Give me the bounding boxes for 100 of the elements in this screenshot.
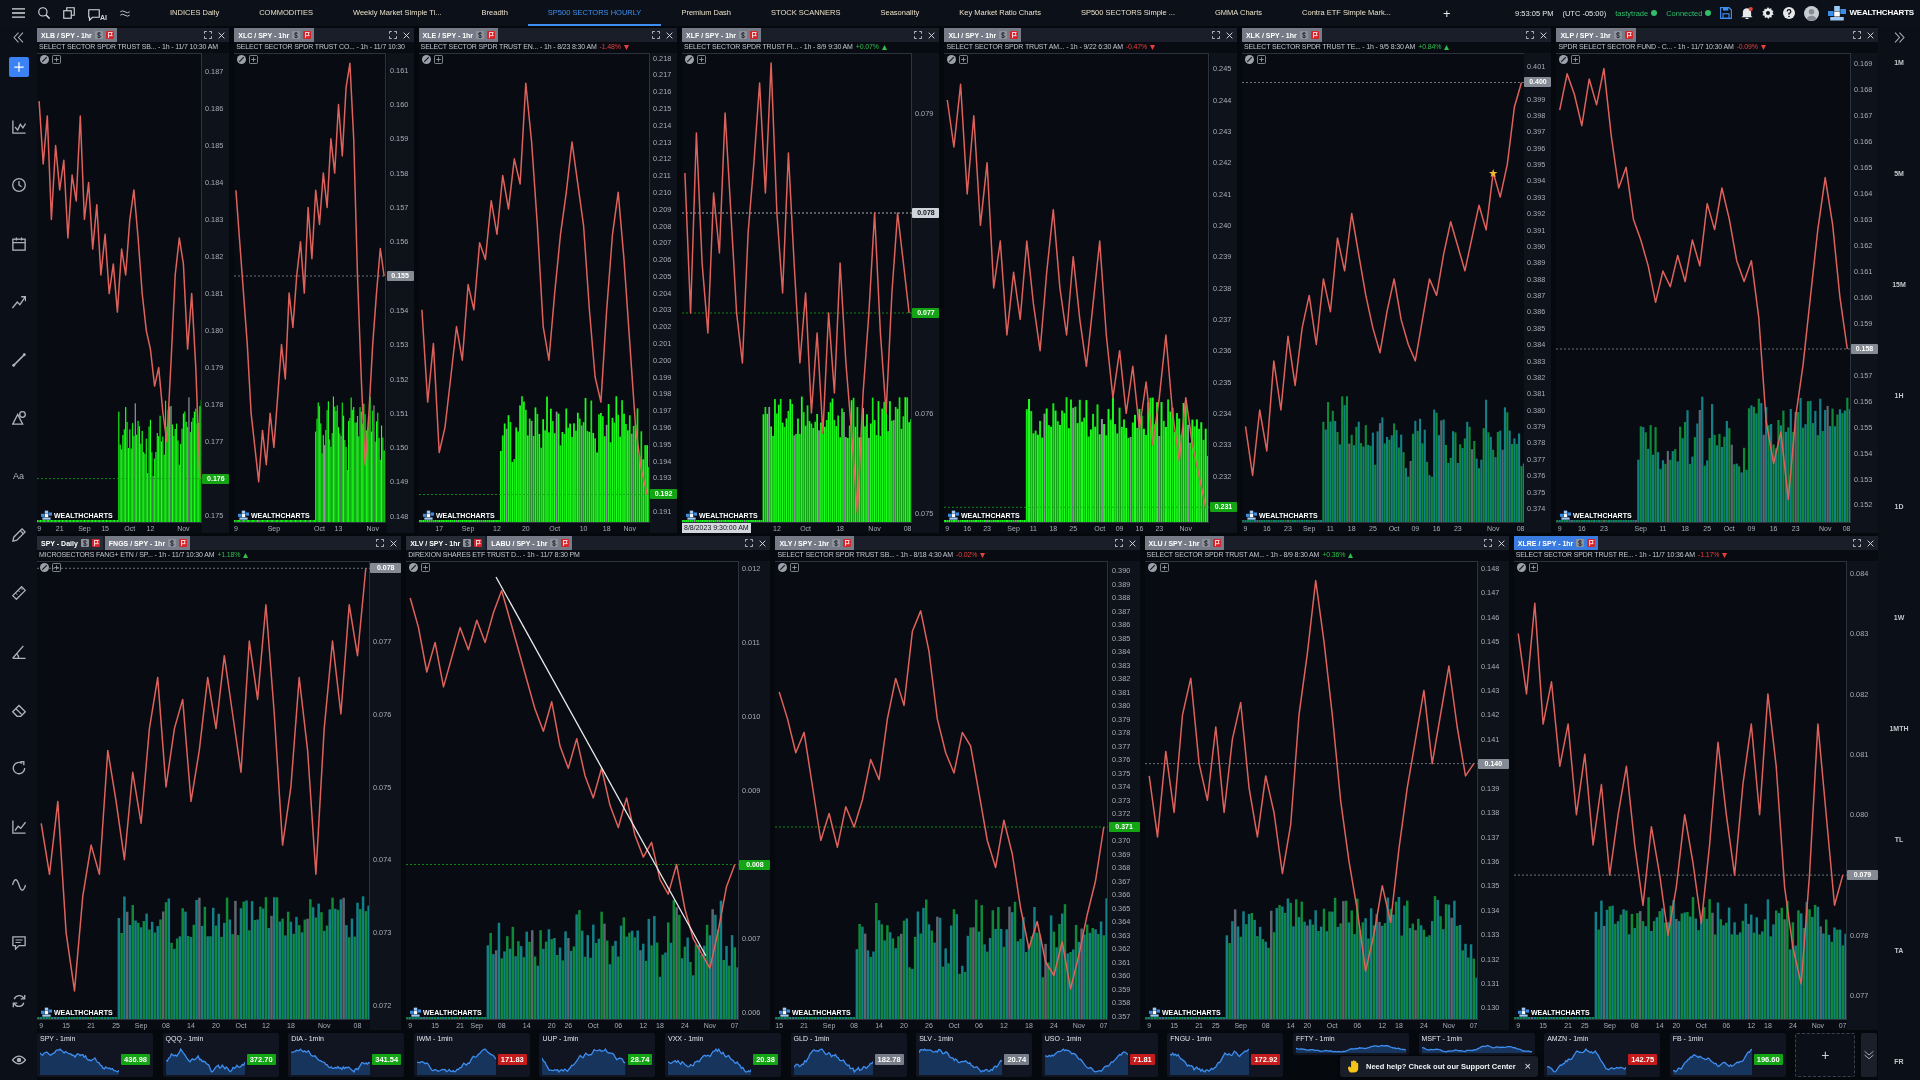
expand-icon[interactable] [388, 31, 397, 39]
eraser-icon[interactable] [11, 702, 26, 717]
flag-icon [843, 539, 852, 547]
close-icon[interactable] [1128, 539, 1136, 547]
expand-icon[interactable] [745, 539, 754, 547]
menu-icon[interactable] [12, 7, 25, 19]
chart-logo-icon [422, 510, 434, 520]
save-icon[interactable] [1720, 7, 1733, 19]
chat-bubble-icon [88, 8, 100, 21]
expand-icon[interactable] [1526, 31, 1535, 39]
eye-icon[interactable] [11, 1052, 26, 1067]
expand-icon[interactable] [376, 539, 385, 547]
clock-icon[interactable] [11, 178, 26, 193]
refresh-icon[interactable] [11, 761, 26, 776]
logo-icon [1828, 5, 1847, 21]
add-icon[interactable] [697, 55, 707, 64]
slash-circle-icon[interactable] [40, 55, 49, 64]
avatar-icon[interactable] [1804, 5, 1820, 21]
add-icon[interactable] [1256, 55, 1266, 64]
expand-icon[interactable] [652, 31, 661, 39]
flag-icon [303, 31, 312, 39]
close-icon[interactable] [390, 539, 398, 547]
add-icon[interactable] [959, 55, 969, 64]
collapse-strip-button[interactable] [1861, 1033, 1878, 1077]
add-icon[interactable] [790, 563, 800, 572]
slash-circle-icon[interactable] [1559, 55, 1569, 64]
expand-icon[interactable] [204, 31, 213, 39]
trend-arrow-icon[interactable] [11, 294, 26, 309]
trend-line[interactable] [495, 576, 707, 957]
search-icon[interactable] [38, 7, 50, 19]
add-icon[interactable] [1528, 563, 1538, 572]
up-triangle-icon [881, 45, 887, 50]
add-tab-button[interactable]: + [1436, 6, 1457, 20]
close-icon[interactable] [666, 31, 674, 39]
add-chart-button[interactable]: + [1795, 1033, 1856, 1077]
wave-icon[interactable] [120, 8, 130, 18]
close-icon[interactable] [928, 31, 936, 39]
expand-icon[interactable] [1211, 31, 1220, 39]
expand-icon[interactable] [1483, 539, 1492, 547]
close-icon[interactable] [1497, 539, 1505, 547]
down-triangle-icon [1150, 45, 1156, 50]
pencil-icon[interactable] [11, 528, 26, 543]
dollar-icon [1576, 539, 1585, 547]
flag-icon [487, 31, 496, 39]
close-icon[interactable] [759, 539, 767, 547]
slash-circle-icon[interactable] [778, 563, 788, 572]
ruler-icon[interactable] [11, 586, 26, 601]
flag-icon [179, 539, 188, 547]
slash-circle-icon[interactable] [1244, 55, 1254, 64]
wave-icon[interactable] [11, 877, 26, 892]
close-icon[interactable] [1867, 539, 1874, 547]
star-marker: ★ [1488, 166, 1499, 180]
add-icon[interactable] [1159, 563, 1169, 572]
dollar-icon [80, 539, 89, 547]
calendar-icon[interactable] [11, 236, 26, 251]
settings-icon[interactable] [1762, 7, 1775, 19]
angle-icon[interactable] [11, 644, 26, 659]
add-icon[interactable] [1571, 55, 1581, 64]
chart-logo-icon [1148, 1007, 1160, 1017]
expand-icon[interactable] [914, 31, 923, 39]
add-icon[interactable] [249, 55, 259, 64]
chart-logo-icon [41, 1007, 52, 1017]
bell-icon[interactable] [1741, 7, 1754, 19]
slash-circle-icon[interactable] [409, 563, 419, 572]
line-tool-icon[interactable] [11, 353, 26, 368]
close-icon[interactable] [218, 31, 226, 39]
slash-circle-icon[interactable] [237, 55, 247, 64]
slash-circle-icon[interactable] [1516, 563, 1526, 572]
cycle-icon[interactable] [11, 994, 26, 1009]
comment-icon[interactable] [11, 936, 26, 951]
close-icon[interactable] [1540, 31, 1548, 39]
text-tool-button[interactable]: Aa [13, 469, 24, 484]
down-triangle-icon [980, 553, 986, 558]
add-button[interactable] [8, 57, 29, 77]
slash-circle-icon[interactable] [947, 55, 957, 64]
add-icon[interactable] [52, 563, 61, 572]
dollar-icon [168, 539, 177, 547]
add-icon[interactable] [52, 55, 61, 64]
close-button[interactable]: × [1524, 1061, 1531, 1072]
help-icon[interactable] [1783, 7, 1796, 19]
slash-circle-icon[interactable] [685, 55, 695, 64]
expand-sidebar-icon[interactable] [1893, 32, 1905, 43]
line-chart-icon[interactable] [11, 819, 26, 834]
shapes-icon[interactable] [11, 411, 26, 426]
close-icon[interactable] [1225, 31, 1233, 39]
collapse-icon[interactable] [13, 32, 24, 43]
brand-name: WEALTHCHARTS [1849, 8, 1914, 18]
close-icon[interactable] [402, 31, 410, 39]
chart-line-icon[interactable] [11, 120, 26, 134]
slash-circle-icon[interactable] [40, 563, 49, 572]
slash-circle-icon[interactable] [1147, 563, 1157, 572]
add-icon[interactable] [421, 563, 431, 572]
flag-icon [1587, 539, 1596, 547]
add-icon[interactable] [433, 55, 443, 64]
windows-icon[interactable] [63, 7, 75, 19]
close-icon[interactable] [1867, 31, 1874, 39]
slash-circle-icon[interactable] [421, 55, 431, 64]
expand-icon[interactable] [1114, 539, 1123, 547]
expand-icon[interactable] [1853, 31, 1861, 39]
expand-icon[interactable] [1853, 539, 1861, 547]
